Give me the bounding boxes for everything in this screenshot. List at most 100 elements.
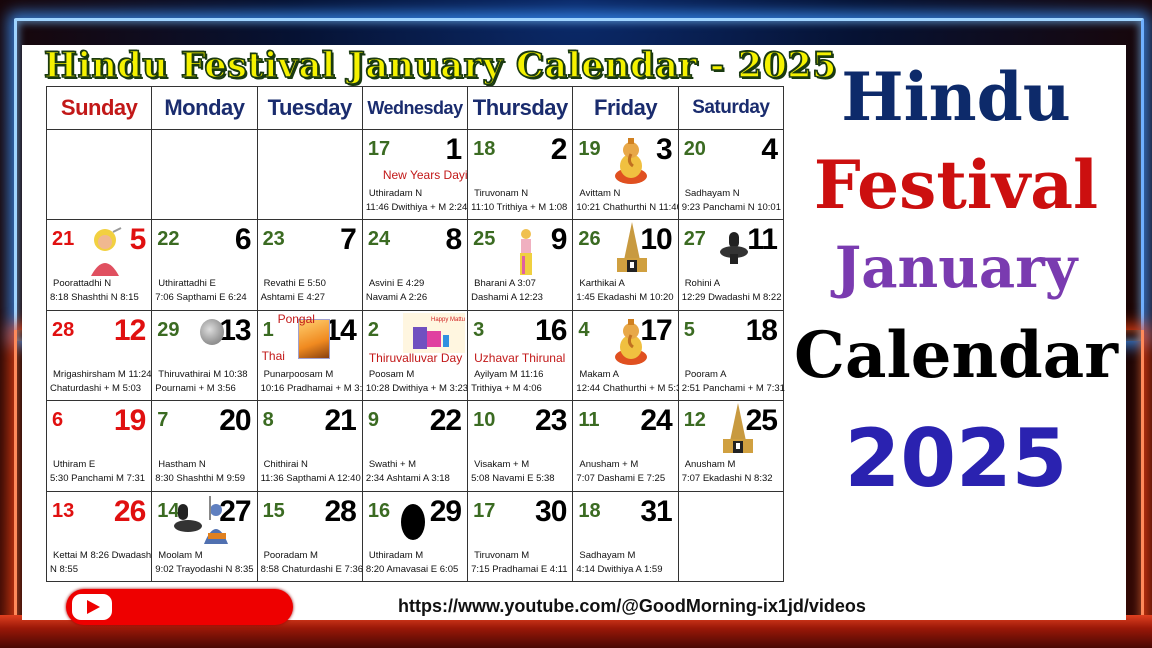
nakshatra-text: Mrigashirsham M 11:24 [53,368,152,380]
youtube-channel-link[interactable]: https://www.youtube.com/@GoodMorning-ix1… [398,596,866,617]
tithi-text: Trithiya + M 4:06 [471,382,542,394]
day-cell[interactable]: 215Happy MattuThiruvalluvar DayPoosam M1… [361,309,469,402]
shiva-icon [174,495,234,544]
tamil-date: 2 [367,318,379,341]
tithi-text: 7:07 Dashami E 7:25 [576,473,666,485]
day-cell[interactable]: 3 16 Uzhavar Thirunal Ayilyam M 11:16 Trithi… [467,309,574,402]
day-cell[interactable]: 10 23 Visakam + M 5:08 Navami E 5:38 [467,400,574,492]
day-cell[interactable]: 16 29 Uthiradam M 8:20 Amavasai E 6:05 [361,490,469,583]
ganesha-icon [613,136,649,186]
festival-label: Thiruvalluvar Day [368,350,463,365]
gregorian-date: 31 [640,494,672,528]
gregorian-date: 1 [445,133,462,166]
tamil-date: 3 [473,318,485,341]
empty-day-cell [151,128,258,221]
day-cell[interactable]: 18 31 Sadhayam M 4:14 Dwithiya A 1:59 [572,490,679,583]
tithi-text: 5:30 Panchami M 7:31 [50,473,146,485]
temple-icon [719,403,757,455]
day-cell[interactable]: 17 1 New Years Dayi Uthiradam N 11:46 Dwithi… [361,128,469,221]
day-cell[interactable]: 9 22 Swathi + M 2:34 Ashtami A 3:18 [361,400,469,492]
youtube-subscribe-button[interactable] [66,589,293,625]
nakshatra-text: Revathi E 5:50 [263,278,326,290]
day-cell[interactable]: 25 9 Bharani A 3:07 Dashami A 12:23 [467,219,574,311]
tithi-text: Ashtami E 4:27 [260,292,325,304]
gregorian-date: 11 [747,223,778,257]
day-cell[interactable]: 21 5 Poorattadhi N 8:18 Shashthi N 8:15 [45,219,153,311]
day-cell[interactable]: 7 20 Hastham N 8:30 Shashthi M 9:59 [151,400,258,492]
day-cell[interactable]: 8 21 Chithirai N 11:36 Sapthami A 12:40 [256,400,363,492]
tithi-text: N 8:55 [50,563,78,575]
day-cell[interactable]: 15 28 Pooradam M 8:58 Chaturdashi E 7:36 [256,490,363,583]
nakshatra-text: Anusham + M [579,459,639,471]
nakshatra-text: Avittam N [579,188,621,199]
day-cell[interactable]: 23 7 Revathi E 5:50 Ashtami E 4:27 [256,219,363,311]
day-cell[interactable]: 19 3 Avittam N 10:21 Chathurthi N 11:40 [572,128,682,221]
day-cell[interactable]: 4 17 Makam A 12:44 Chathurthi + M 5:30 [572,309,687,402]
nakshatra-text: Hastham N [158,459,206,471]
day-cell[interactable]: 1 14 Pongal Thai Punarpoosam M 10:16 Pradhama… [256,309,373,402]
nakshatra-text: Pooram A [684,368,727,380]
tithi-text: Dashami A 12:23 [471,292,543,304]
gregorian-date: 23 [535,404,567,438]
side-heading-year: 2025 [844,412,1068,505]
day-cell[interactable]: 27 11 Rohini A 12:29 Dwadashi M 8:22 [677,219,785,311]
gregorian-date: 6 [234,223,252,257]
day-cell[interactable]: 26 10 Karthikai A 1:45 Ekadashi M 10:20 [572,219,679,311]
tithi-text: 1:45 Ekadashi M 10:20 [576,292,674,304]
nakshatra-text: Tiruvonam N [474,188,529,199]
day-cell[interactable]: 13 26 Kettai M 8:26 Dwadashi N 8:55 [45,490,153,583]
gregorian-date: 22 [429,404,462,438]
side-heading-festival: Festival [813,146,1099,224]
tithi-text: 9:23 Panchami N 10:01 [681,202,781,213]
tithi-text: 10:21 Chathurthi N 11:40 [576,202,682,213]
tithi-text: 2:34 Ashtami A 3:18 [365,473,450,485]
day-cell[interactable]: 18 2 Tiruvonam N 11:10 Trithiya + M 1:08 [467,128,574,221]
tamil-date: 8 [262,409,274,432]
tamil-date: 12 [683,409,706,432]
tithi-text: 2:51 Panchami + M 7:31 [681,382,785,394]
day-cell[interactable]: 24 8 Asvini E 4:29 Navami A 2:26 [361,219,469,311]
festival-label: New Years Dayi [382,168,468,182]
empty-day-cell [256,128,363,221]
nakshatra-text: Poosam M [368,368,415,380]
shiva-lingam-icon [719,230,749,266]
tamil-date: 13 [52,499,75,522]
day-cell[interactable]: 28 12 Mrigashirsham M 11:24 Chaturdashi + M… [45,309,153,402]
day-cell[interactable]: 14 27 Moolam M 9:02 Trayodashi N 8:35 [151,490,258,583]
nakshatra-text: Rohini A [684,278,721,290]
svg-text:Happy Mattu: Happy Mattu [431,317,465,323]
gregorian-date: 26 [113,494,146,528]
tamil-date: 5 [683,318,695,341]
day-cell[interactable]: 5 18 Pooram A 2:51 Panchami + M 7:31 [677,309,785,402]
tamil-date: 9 [367,409,379,432]
tamil-date: 24 [367,228,391,251]
empty-day-cell [45,128,153,221]
day-cell[interactable]: 22 6 Uthirattadhi E 7:06 Sapthami E 6:24 [151,219,258,311]
week-row: 17 1 New Years Dayi Uthiradam N 11:46 Dwithi… [45,128,785,221]
nakshatra-text: Bharani A 3:07 [474,278,536,290]
murugan-icon [87,226,123,277]
gregorian-date: 12 [113,313,146,347]
day-cell[interactable]: 12 25 Anusham M 7:07 Ekadashi N 8:32 [677,400,785,492]
day-cell[interactable]: 11 24 Anusham + M 7:07 Dashami E 7:25 [572,400,679,492]
gregorian-date: 24 [640,404,672,438]
week-row: 21 5 Poorattadhi N 8:18 Shashthi N 8:15 22 6 U… [45,219,785,311]
tithi-text: 11:46 Dwithiya + M 2:24 [365,202,468,213]
gregorian-date: 5 [129,223,147,257]
day-cell[interactable]: 17 30 Tiruvonam M 7:15 Pradhamai E 4:11 [467,490,574,583]
tithi-text: 7:06 Sapthami E 6:24 [155,292,247,304]
calendar-title: Hindu Festival January Calendar - 2025 [43,44,837,87]
nakshatra-text: Moolam M [158,549,203,561]
nakshatra-text: Poorattadhi N [53,278,112,290]
gregorian-date: 8 [445,223,462,257]
youtube-play-icon [72,594,112,620]
tithi-text: 4:14 Dwithiya A 1:59 [576,563,663,575]
empty-day-cell [677,490,785,583]
tamil-date: 10 [473,409,496,432]
tithi-text: Chaturdashi + M 5:03 [50,382,142,394]
tithi-text: 11:10 Trithiya + M 1:08 [471,202,568,213]
day-cell[interactable]: 20 4 Sadhayam N 9:23 Panchami N 10:01 [677,128,785,221]
day-cell[interactable]: 29 13 Thiruvathirai M 10:38 Pournami + M 3:… [151,309,258,402]
gregorian-date: 3 [656,133,673,166]
day-cell[interactable]: 6 19 Uthiram E 5:30 Panchami M 7:31 [45,400,153,492]
